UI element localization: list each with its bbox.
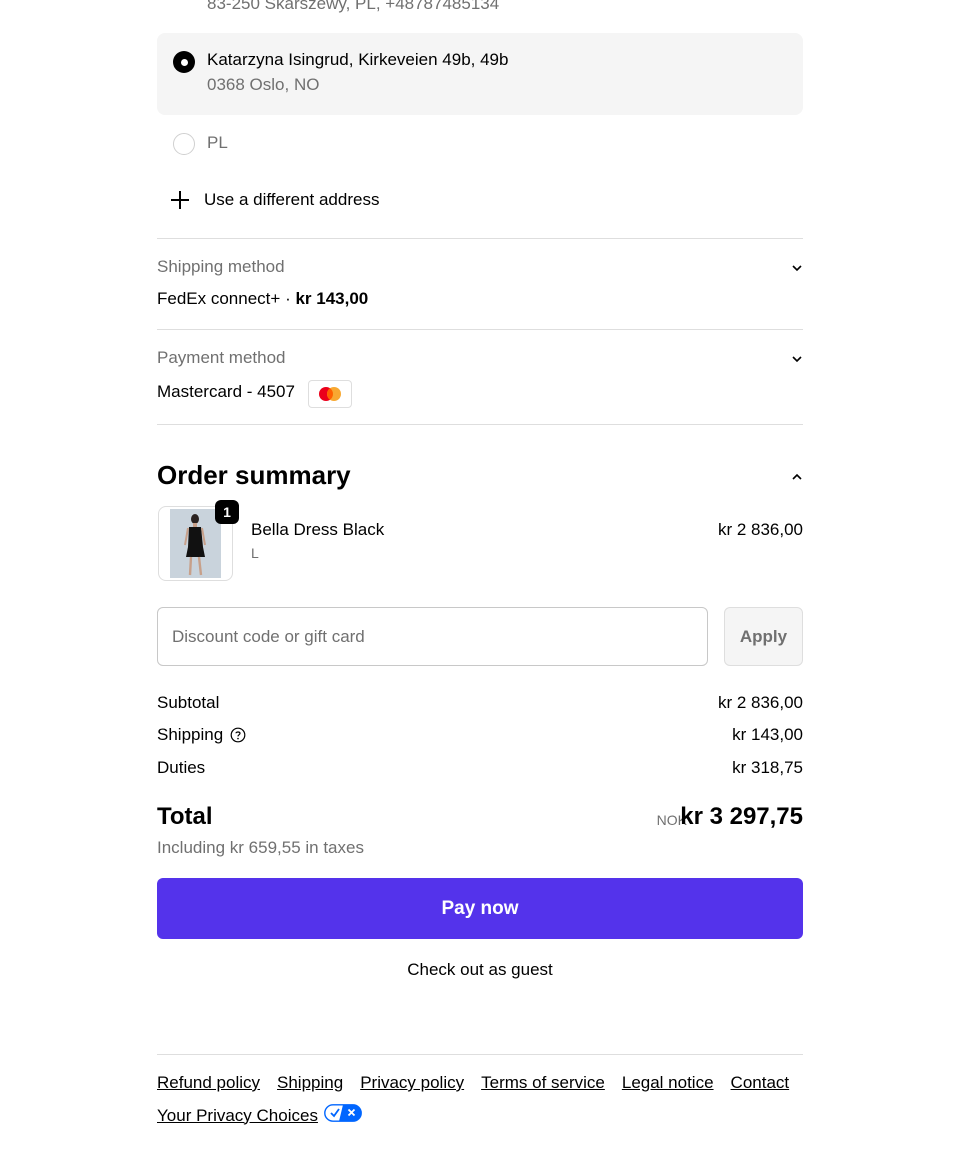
subtotal-value: kr 2 836,00 bbox=[717, 693, 803, 712]
privacy-options-icon[interactable] bbox=[324, 1104, 362, 1127]
privacy-policy-link[interactable]: Privacy policy bbox=[360, 1073, 464, 1093]
footer-links: Refund policy Shipping Privacy policy Te… bbox=[157, 1073, 803, 1127]
discount-code-input[interactable] bbox=[157, 607, 708, 666]
divider bbox=[157, 1054, 803, 1055]
duties-value: kr 318,75 bbox=[732, 758, 803, 777]
chevron-down-icon[interactable] bbox=[791, 353, 803, 365]
payment-method-label: Payment method bbox=[157, 348, 286, 367]
duties-label: Duties bbox=[157, 758, 206, 777]
address-option-pl-label: PL bbox=[207, 133, 228, 152]
mastercard-icon bbox=[308, 380, 352, 408]
privacy-choices-link[interactable]: Your Privacy Choices bbox=[157, 1106, 318, 1126]
contact-link[interactable]: Contact bbox=[731, 1073, 790, 1093]
total-value: kr 3 297,75 bbox=[680, 803, 803, 830]
legal-notice-link[interactable]: Legal notice bbox=[622, 1073, 714, 1093]
product-price: kr 2 836,00 bbox=[717, 520, 803, 539]
chevron-up-icon[interactable] bbox=[791, 471, 803, 483]
shipping-separator: · bbox=[285, 289, 291, 308]
taxes-note: Including kr 659,55 in taxes bbox=[157, 838, 364, 857]
total-label: Total bbox=[157, 803, 213, 830]
use-different-address-link[interactable]: Use a different address bbox=[204, 190, 379, 210]
pay-now-button[interactable]: Pay now bbox=[157, 878, 803, 939]
address-radio-selected[interactable] bbox=[173, 51, 195, 73]
terms-of-service-link[interactable]: Terms of service bbox=[481, 1073, 605, 1093]
divider bbox=[157, 424, 803, 425]
guest-checkout-link[interactable]: Check out as guest bbox=[157, 960, 803, 980]
selected-address-line2: 0368 Oslo, NO bbox=[207, 75, 320, 94]
divider bbox=[157, 238, 803, 239]
shipping-line-value: kr 143,00 bbox=[732, 725, 803, 744]
payment-card-value: Mastercard - 4507 bbox=[157, 382, 295, 401]
selected-address-option[interactable] bbox=[157, 33, 803, 115]
privacy-choices-row: Your Privacy Choices bbox=[157, 1104, 362, 1127]
shipping-policy-link[interactable]: Shipping bbox=[277, 1073, 343, 1093]
help-circle-icon[interactable] bbox=[230, 727, 246, 743]
shipping-price: kr 143,00 bbox=[295, 289, 369, 308]
refund-policy-link[interactable]: Refund policy bbox=[157, 1073, 260, 1093]
address-radio-pl[interactable] bbox=[173, 133, 195, 155]
chevron-down-icon[interactable] bbox=[791, 262, 803, 274]
shipping-carrier: FedEx connect+ bbox=[157, 289, 281, 308]
divider bbox=[157, 329, 803, 330]
product-variant: L bbox=[251, 545, 259, 561]
shipping-method-value: FedEx connect+ · kr 143,00 bbox=[157, 289, 368, 309]
shipping-method-label: Shipping method bbox=[157, 257, 285, 276]
selected-address-line1: Katarzyna Isingrud, Kirkeveien 49b, 49b bbox=[207, 50, 509, 69]
quantity-badge: 1 bbox=[215, 500, 239, 524]
subtotal-label: Subtotal bbox=[157, 693, 220, 712]
order-summary-title: Order summary bbox=[157, 460, 351, 490]
plus-icon[interactable] bbox=[170, 190, 190, 210]
previous-address-line: 83-250 Skarszewy, PL, +48787485134 bbox=[207, 0, 500, 13]
shipping-line-label: Shipping bbox=[157, 725, 224, 744]
apply-discount-button[interactable]: Apply bbox=[724, 607, 803, 666]
product-name: Bella Dress Black bbox=[251, 520, 385, 539]
